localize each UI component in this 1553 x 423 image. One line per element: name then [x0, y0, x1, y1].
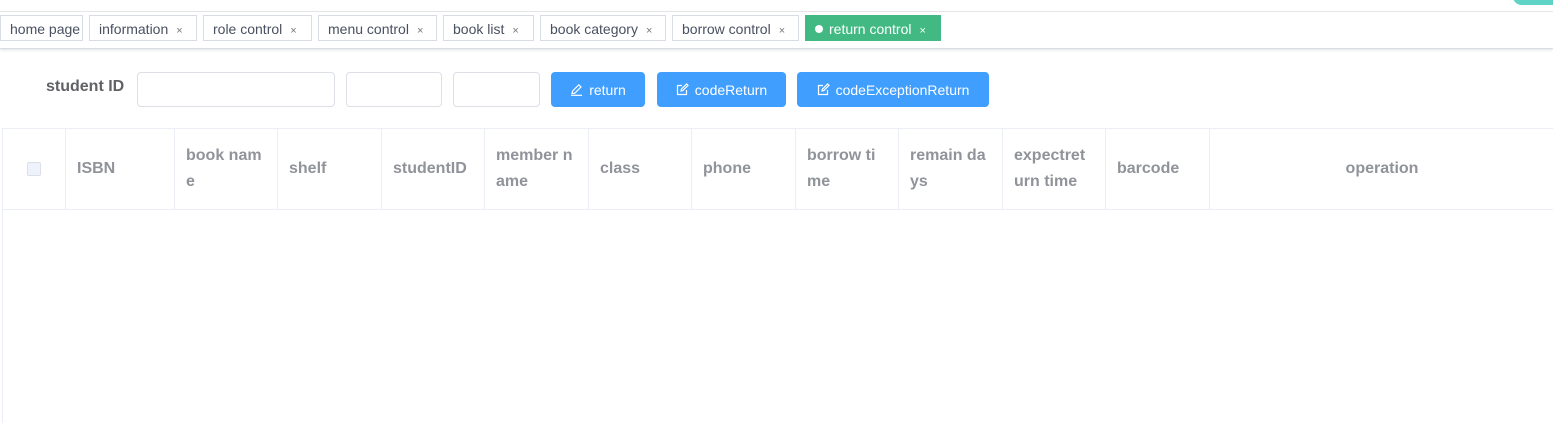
- column-header-isbn[interactable]: ISBN: [66, 129, 175, 209]
- code-exception-return-button[interactable]: codeExceptionReturn: [797, 72, 989, 107]
- tab-label: home page: [10, 21, 81, 37]
- tab-close-icon[interactable]: ×: [176, 25, 182, 37]
- code-return-button-label: codeReturn: [694, 81, 768, 98]
- tab-borrow-control[interactable]: borrow control ×: [672, 15, 799, 41]
- column-header-borrow-time[interactable]: borrow time: [796, 129, 899, 209]
- top-header-bar: [0, 0, 1553, 12]
- column-header-operation: operation: [1345, 160, 1419, 177]
- pencil-icon: [570, 83, 583, 96]
- tab-close-icon[interactable]: ×: [290, 25, 296, 37]
- tab-return-control[interactable]: return control ×: [805, 15, 941, 41]
- tab-home-page[interactable]: home page: [0, 15, 83, 41]
- column-header-shelf[interactable]: shelf: [278, 129, 382, 209]
- table-body: [3, 210, 1553, 423]
- tab-label: role control: [213, 21, 283, 37]
- tags-view-bar: home page information × role control × men…: [0, 12, 1553, 49]
- tab-role-control[interactable]: role control ×: [203, 15, 312, 41]
- tab-close-icon[interactable]: ×: [779, 25, 785, 37]
- filter-input-3[interactable]: [453, 72, 540, 107]
- tab-label: book list: [453, 21, 505, 37]
- tab-close-icon[interactable]: ×: [417, 25, 423, 37]
- code-return-button[interactable]: codeReturn: [657, 72, 786, 107]
- column-header-barcode[interactable]: barcode: [1106, 129, 1210, 209]
- filter-input-2[interactable]: [346, 72, 442, 107]
- active-dot-icon: [815, 25, 823, 33]
- tab-close-icon[interactable]: ×: [646, 25, 652, 37]
- tab-information[interactable]: information ×: [89, 15, 197, 41]
- column-header-member-name[interactable]: member name: [485, 129, 589, 209]
- tab-label: return control: [829, 21, 912, 37]
- tab-label: borrow control: [682, 21, 771, 37]
- tab-label: book category: [550, 21, 638, 37]
- edit-icon: [676, 83, 689, 96]
- tab-book-category[interactable]: book category ×: [540, 15, 666, 41]
- edit-icon: [817, 83, 830, 96]
- column-header-phone[interactable]: phone: [692, 129, 796, 209]
- column-header-student-id[interactable]: studentID: [382, 129, 485, 209]
- tab-close-icon[interactable]: ×: [919, 25, 925, 37]
- select-all-checkbox[interactable]: [27, 162, 41, 176]
- return-button[interactable]: return: [551, 72, 645, 107]
- return-button-label: return: [589, 81, 626, 98]
- student-id-label: student ID: [46, 78, 125, 95]
- tab-label: menu control: [328, 21, 409, 37]
- tab-close-icon[interactable]: ×: [512, 25, 518, 37]
- student-id-input[interactable]: [137, 72, 335, 107]
- column-header-expect-return-time[interactable]: expectreturn time: [1003, 129, 1106, 209]
- tab-menu-control[interactable]: menu control ×: [318, 15, 437, 41]
- column-header-remain-days[interactable]: remain days: [899, 129, 1003, 209]
- tab-book-list[interactable]: book list ×: [443, 15, 534, 41]
- select-all-cell: [3, 129, 66, 209]
- tab-label: information: [99, 21, 169, 37]
- column-header-class[interactable]: class: [589, 129, 692, 209]
- code-exception-return-button-label: codeExceptionReturn: [835, 81, 970, 98]
- header-corner-avatar[interactable]: [1513, 0, 1553, 5]
- return-records-table: ISBN book name shelf studentID member na…: [2, 128, 1553, 423]
- column-header-book-name[interactable]: book name: [175, 129, 278, 209]
- table-header: ISBN book name shelf studentID member na…: [3, 129, 1553, 210]
